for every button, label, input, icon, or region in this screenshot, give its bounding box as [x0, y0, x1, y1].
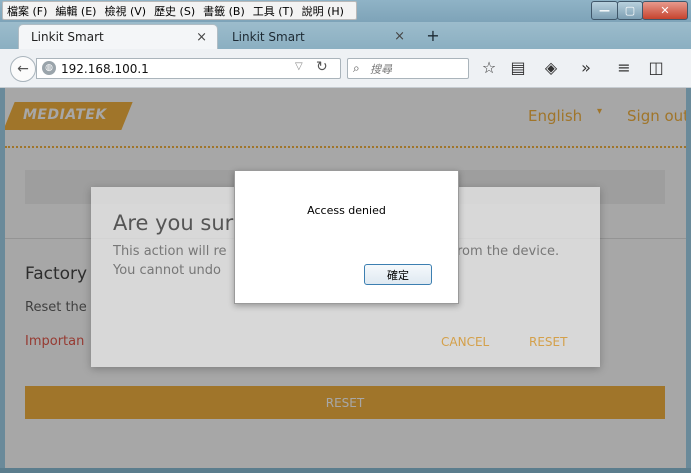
tab-linkit-smart-active[interactable]: Linkit Smart × — [18, 24, 218, 49]
menu-view[interactable]: 檢視 (V) — [104, 3, 146, 19]
reader-view-icon[interactable]: ▤ — [507, 58, 529, 77]
close-tab-icon[interactable]: × — [394, 29, 405, 44]
overflow-icon[interactable]: » — [575, 58, 597, 77]
search-icon: ⌕ — [353, 61, 360, 75]
menubar: 檔案 (F) 編輯 (E) 檢視 (V) 歷史 (S) 書籤 (B) 工具 (T… — [2, 1, 357, 20]
minimize-button[interactable]: — — [591, 1, 618, 20]
url-text: 192.168.100.1 — [61, 61, 149, 76]
globe-icon: ◍ — [42, 61, 56, 75]
menu-history[interactable]: 歷史 (S) — [154, 3, 195, 19]
taskbar-edge — [0, 468, 691, 473]
url-dropdown-icon[interactable]: ▽ — [295, 61, 303, 72]
new-tab-button[interactable]: + — [423, 26, 443, 46]
reload-icon[interactable]: ↻ — [316, 59, 328, 75]
close-tab-icon[interactable]: × — [196, 30, 207, 45]
confirm-text-line1: This action will re — [113, 244, 227, 259]
ok-button[interactable]: 確定 — [364, 264, 432, 285]
menu-edit[interactable]: 編輯 (E) — [55, 3, 96, 19]
confirm-text-line1-end: rom the device. — [457, 244, 560, 259]
close-window-button[interactable]: ✕ — [642, 1, 688, 20]
bookmark-star-icon[interactable]: ☆ — [478, 58, 500, 77]
extension-icon[interactable]: ◫ — [645, 58, 667, 77]
cancel-button[interactable]: CANCEL — [441, 335, 489, 349]
tab-linkit-smart[interactable]: Linkit Smart × — [220, 24, 415, 49]
search-input[interactable]: 搜尋 — [347, 58, 469, 79]
alert-message: Access denied — [307, 204, 386, 217]
menu-file[interactable]: 檔案 (F) — [7, 3, 47, 19]
pocket-icon[interactable]: ◈ — [540, 58, 562, 77]
alert-dialog: Access denied 確定 — [234, 170, 459, 304]
confirm-title: Are you sure — [113, 211, 246, 235]
maximize-button[interactable]: ▢ — [617, 1, 643, 20]
tab-title: Linkit Smart — [31, 30, 104, 44]
confirm-reset-button[interactable]: RESET — [529, 335, 567, 349]
menu-tools[interactable]: 工具 (T) — [253, 3, 294, 19]
confirm-text-line2: You cannot undo — [113, 263, 221, 278]
back-button[interactable]: ← — [10, 56, 36, 82]
tab-title: Linkit Smart — [232, 29, 305, 44]
menu-help[interactable]: 說明 (H) — [302, 3, 344, 19]
menu-bookmarks[interactable]: 書籤 (B) — [203, 3, 245, 19]
search-placeholder: 搜尋 — [370, 62, 392, 76]
hamburger-menu-icon[interactable]: ≡ — [613, 58, 635, 77]
